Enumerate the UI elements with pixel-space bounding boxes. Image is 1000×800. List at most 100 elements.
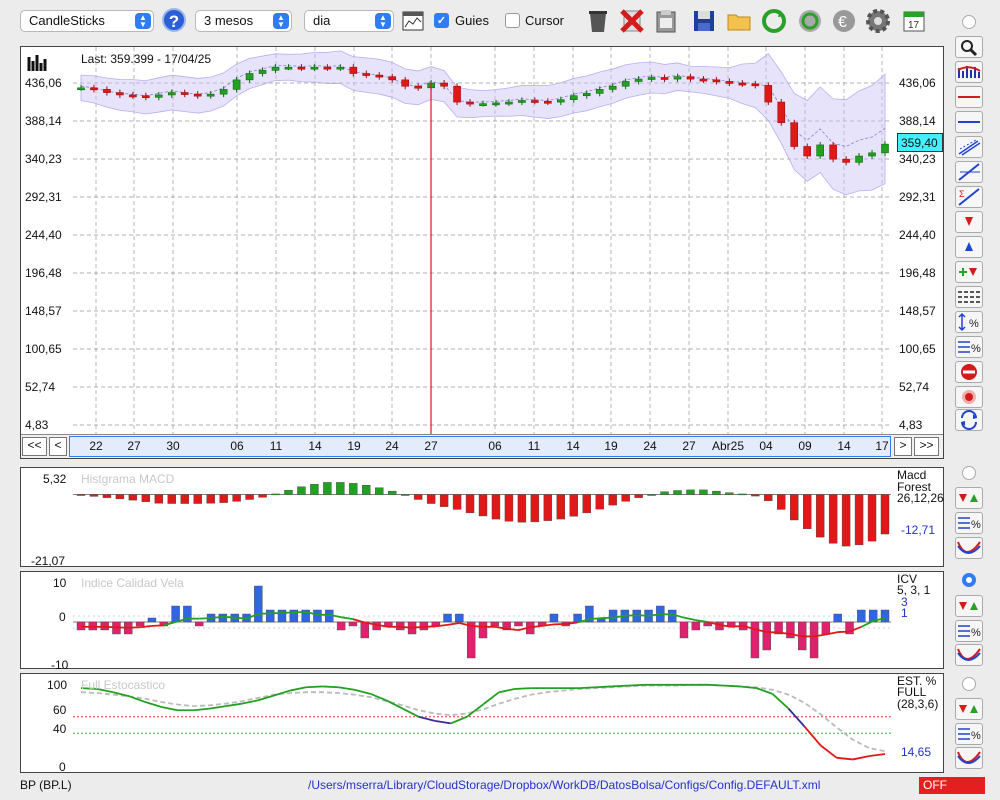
last-price-tag: 359,40 <box>897 133 943 152</box>
macd-signals-button[interactable] <box>955 487 983 509</box>
delete-icon[interactable] <box>618 7 646 35</box>
time-axis-tick: 30 <box>166 439 180 453</box>
time-axis-tick: 14 <box>566 439 580 453</box>
candle-body <box>608 85 617 90</box>
price-y-tick: 340,23 <box>899 152 936 166</box>
cursor-checkbox[interactable] <box>505 13 520 28</box>
candle-body <box>180 92 189 95</box>
calendar-icon[interactable]: 17 <box>900 7 928 35</box>
candle-body <box>284 66 293 70</box>
icv-panel[interactable]: Indice Calidad Vela 10 0 -10 ICV 5, 3, 1… <box>20 571 944 672</box>
stoch-main-line <box>852 755 870 761</box>
time-axis-tick: 22 <box>89 439 103 453</box>
stoch-signal-line <box>80 683 886 753</box>
nav-last-button[interactable]: >> <box>914 437 939 456</box>
nav-first-button[interactable]: << <box>22 437 47 456</box>
time-axis-tick: 11 <box>527 439 541 453</box>
channel-tool-button[interactable] <box>955 136 983 158</box>
panel-radio-main[interactable] <box>962 15 976 29</box>
macd-bar <box>180 494 189 504</box>
select-arrow-icon: ▲ ▼ <box>135 13 151 29</box>
swap-button[interactable] <box>955 409 983 431</box>
candle-body <box>764 85 773 103</box>
stoch-levels-button[interactable]: % <box>955 723 983 745</box>
zoom-button[interactable] <box>955 36 983 58</box>
stoch-curve-button[interactable] <box>955 747 983 769</box>
percent-arrows-icon: % <box>958 312 979 332</box>
buy-signal-button[interactable] <box>955 236 983 258</box>
nav-prev-button[interactable]: < <box>49 437 67 456</box>
record-button[interactable] <box>955 386 983 408</box>
icv-levels-button[interactable]: % <box>955 620 983 642</box>
trendline-tool-button[interactable] <box>955 161 983 183</box>
horizontal-line-blue-button[interactable] <box>955 111 983 133</box>
price-chart[interactable] <box>21 47 943 434</box>
open-folder-icon[interactable] <box>725 7 753 35</box>
price-panel[interactable]: Last: 359.399 - 17/04/25 436,06 436,06 388… <box>20 46 944 459</box>
candle-body <box>569 95 578 101</box>
horizontal-line-red-button[interactable] <box>955 86 983 108</box>
nav-next-button[interactable]: > <box>894 437 912 456</box>
chart-type-select[interactable]: CandleSticks ▲ ▼ <box>20 10 154 32</box>
macd-bar <box>478 494 488 517</box>
fibonacci-tool-button[interactable]: Σ <box>955 186 983 208</box>
period-select[interactable]: 3 mesos ▲ ▼ <box>195 10 292 32</box>
price-y-tick: 388,14 <box>899 114 936 128</box>
macd-bar <box>517 494 527 523</box>
panel-radio-macd[interactable] <box>962 466 976 480</box>
save-icon[interactable] <box>690 7 718 35</box>
stoch-title: Full Estocastico <box>81 678 166 692</box>
chart-window-icon[interactable] <box>402 10 424 32</box>
config-path-link[interactable]: /Users/mserra/Library/CloudStorage/Dropb… <box>308 778 820 792</box>
time-axis-tick: 14 <box>837 439 851 453</box>
icv-curve-button[interactable] <box>955 644 983 666</box>
icv-average-line <box>411 625 424 629</box>
macd-curve-button[interactable] <box>955 537 983 559</box>
panel-radio-stoch[interactable] <box>962 677 976 691</box>
macd-panel[interactable]: Histgrama MACD 5,32 -21,07 Macd Forest 2… <box>20 467 944 568</box>
refresh-icon[interactable] <box>760 7 788 35</box>
macd-bar <box>712 490 721 495</box>
percent-scale-button[interactable]: % <box>955 311 983 333</box>
mode-off-badge[interactable]: OFF <box>919 777 985 794</box>
macd-y-top: 5,32 <box>43 472 67 486</box>
time-axis-tick: Abr25 <box>711 439 745 453</box>
price-y-tick: 244,40 <box>899 228 936 242</box>
macd-levels-button[interactable]: % <box>955 512 983 534</box>
stoch-main-line <box>708 683 725 687</box>
time-axis-tick: 06 <box>488 439 502 453</box>
trash-icon[interactable] <box>584 7 612 35</box>
grid-lines-button[interactable] <box>955 286 983 308</box>
guides-label: Guies <box>455 13 489 28</box>
stoch-signals-button[interactable] <box>955 698 983 720</box>
signals-button[interactable] <box>955 261 983 283</box>
candle-body <box>116 92 124 96</box>
interval-select[interactable]: dia ▲ ▼ <box>304 10 394 32</box>
candle-body <box>232 79 241 90</box>
clipboard-icon[interactable] <box>652 7 680 35</box>
icv-bar <box>857 609 866 623</box>
time-axis: << < 22 27 30 06 11 14 19 24 27 06 11 14 19 24 27 Abr25… <box>21 434 943 458</box>
icv-bar <box>254 585 263 623</box>
guides-checkbox[interactable]: ✓ <box>434 13 449 28</box>
cancel-button[interactable] <box>955 361 983 383</box>
gear-icon[interactable] <box>864 7 892 35</box>
help-button[interactable]: ? <box>162 8 186 32</box>
stoch-panel[interactable]: Full Estocastico 100 60 40 0 EST. % FULL… <box>20 673 944 774</box>
percent-lines-icon: % <box>958 625 981 639</box>
signals-red-green-icon <box>959 705 978 713</box>
macd-bar <box>790 494 799 521</box>
chart-type-value: CandleSticks <box>29 13 105 28</box>
percent-lines-button[interactable]: % <box>955 336 983 358</box>
sell-signal-button[interactable] <box>955 211 983 233</box>
macd-bar <box>154 494 164 504</box>
indicator-overlay-button[interactable] <box>955 61 983 83</box>
panel-radio-icv[interactable] <box>962 573 976 587</box>
icv-average-line <box>471 624 484 628</box>
sync-icon[interactable] <box>796 7 824 35</box>
icv-signals-button[interactable] <box>955 595 983 617</box>
stoch-main-line <box>498 688 516 694</box>
time-axis-tick: 27 <box>424 439 438 453</box>
euro-icon[interactable]: € <box>830 7 858 35</box>
candle-body <box>193 93 202 97</box>
